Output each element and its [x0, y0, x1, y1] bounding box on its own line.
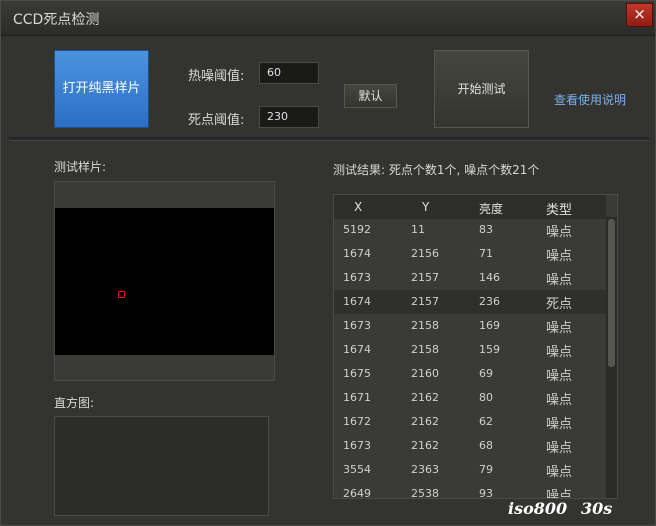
- table-row[interactable]: 3554 2363 79 噪点: [334, 458, 606, 482]
- cell-brightness: 83: [479, 223, 493, 236]
- column-header-type: 类型: [546, 203, 573, 218]
- cell-brightness: 68: [479, 439, 493, 452]
- sample-image: [55, 208, 274, 355]
- default-button[interactable]: 默认: [344, 84, 397, 108]
- cell-x: 1673: [343, 271, 371, 284]
- cell-x: 1671: [343, 391, 371, 404]
- cell-y: 2538: [411, 487, 439, 499]
- open-sample-button[interactable]: 打开纯黑样片: [54, 50, 149, 128]
- cell-y: 2162: [411, 439, 439, 452]
- histogram-label: 直方图:: [54, 396, 95, 410]
- close-icon[interactable]: ×: [626, 3, 653, 27]
- sample-label: 测试样片:: [54, 160, 107, 174]
- cell-type: 噪点: [546, 225, 573, 240]
- cell-y: 2158: [411, 319, 439, 332]
- title-bar: CCD死点检测 ×: [1, 1, 655, 36]
- start-test-button[interactable]: 开始测试: [434, 50, 529, 128]
- cell-y: 2363: [411, 463, 439, 476]
- table-row[interactable]: 5192 11 83 噪点: [334, 218, 606, 242]
- cell-x: 1672: [343, 415, 371, 428]
- dead-pixel-marker: [118, 291, 125, 298]
- cell-x: 1674: [343, 343, 371, 356]
- cell-brightness: 236: [479, 295, 500, 308]
- cell-y: 2160: [411, 367, 439, 380]
- cell-x: 3554: [343, 463, 371, 476]
- iso-overlay: iso800: [508, 499, 568, 518]
- result-summary: 测试结果: 死点个数1个, 噪点个数21个: [333, 163, 540, 177]
- table-row[interactable]: 1675 2160 69 噪点: [334, 362, 606, 386]
- cell-brightness: 62: [479, 415, 493, 428]
- table-row[interactable]: 1674 2157 236 死点: [334, 290, 606, 314]
- column-header-x: X: [354, 200, 363, 214]
- app-window: CCD死点检测 × 打开纯黑样片 热噪阈值: 60 死点阈值: 230 默认 开…: [0, 0, 656, 526]
- cell-x: 1674: [343, 247, 371, 260]
- table-row[interactable]: 2649 2538 93 噪点: [334, 482, 606, 499]
- dead-pixel-label: 死点阈值:: [188, 113, 245, 128]
- cell-type: 噪点: [546, 489, 573, 499]
- cell-brightness: 80: [479, 391, 493, 404]
- table-row[interactable]: 1673 2158 169 噪点: [334, 314, 606, 338]
- cell-brightness: 146: [479, 271, 500, 284]
- cell-type: 噪点: [546, 369, 573, 384]
- dead-pixel-input[interactable]: 230: [259, 106, 319, 128]
- cell-type: 噪点: [546, 441, 573, 456]
- cell-y: 11: [411, 223, 425, 236]
- cell-brightness: 169: [479, 319, 500, 332]
- cell-x: 1675: [343, 367, 371, 380]
- cell-x: 2649: [343, 487, 371, 499]
- cell-y: 2157: [411, 271, 439, 284]
- table-row[interactable]: 1674 2158 159 噪点: [334, 338, 606, 362]
- table-header: X Y 亮度 类型: [334, 195, 606, 219]
- cell-type: 死点: [546, 297, 573, 312]
- cell-y: 2156: [411, 247, 439, 260]
- cell-brightness: 79: [479, 463, 493, 476]
- cell-x: 1673: [343, 319, 371, 332]
- hot-noise-label: 热噪阈值:: [188, 69, 245, 84]
- cell-x: 1673: [343, 439, 371, 452]
- table-row[interactable]: 1673 2157 146 噪点: [334, 266, 606, 290]
- cell-brightness: 159: [479, 343, 500, 356]
- cell-brightness: 69: [479, 367, 493, 380]
- table-row[interactable]: 1673 2162 68 噪点: [334, 434, 606, 458]
- toolbar-panel: 打开纯黑样片 热噪阈值: 60 死点阈值: 230 默认 开始测试 查看使用说明: [9, 41, 649, 135]
- cell-x: 5192: [343, 223, 371, 236]
- window-title: CCD死点检测: [13, 12, 100, 28]
- cell-type: 噪点: [546, 345, 573, 360]
- cell-type: 噪点: [546, 417, 573, 432]
- cell-brightness: 93: [479, 487, 493, 499]
- section-divider: [9, 137, 649, 141]
- cell-x: 1674: [343, 295, 371, 308]
- table-row[interactable]: 1672 2162 62 噪点: [334, 410, 606, 434]
- cell-type: 噪点: [546, 249, 573, 264]
- cell-y: 2157: [411, 295, 439, 308]
- cell-type: 噪点: [546, 273, 573, 288]
- column-header-brightness: 亮度: [479, 202, 504, 216]
- table-row[interactable]: 1671 2162 80 噪点: [334, 386, 606, 410]
- exposure-overlay: 30s: [581, 499, 613, 518]
- hot-noise-input[interactable]: 60: [259, 62, 319, 84]
- cell-y: 2162: [411, 391, 439, 404]
- scrollbar-thumb[interactable]: [608, 219, 615, 367]
- cell-y: 2158: [411, 343, 439, 356]
- sample-preview: [54, 181, 275, 381]
- help-link[interactable]: 查看使用说明: [554, 91, 626, 108]
- histogram-panel: [54, 416, 269, 516]
- column-header-y: Y: [422, 200, 430, 214]
- result-table[interactable]: X Y 亮度 类型 5192 11 83 噪点 1674 2156 71 噪点 1673 2157…: [333, 194, 618, 499]
- scrollbar[interactable]: [606, 217, 617, 498]
- table-row[interactable]: 1674 2156 71 噪点: [334, 242, 606, 266]
- cell-brightness: 71: [479, 247, 493, 260]
- cell-type: 噪点: [546, 465, 573, 480]
- cell-y: 2162: [411, 415, 439, 428]
- cell-type: 噪点: [546, 321, 573, 336]
- cell-type: 噪点: [546, 393, 573, 408]
